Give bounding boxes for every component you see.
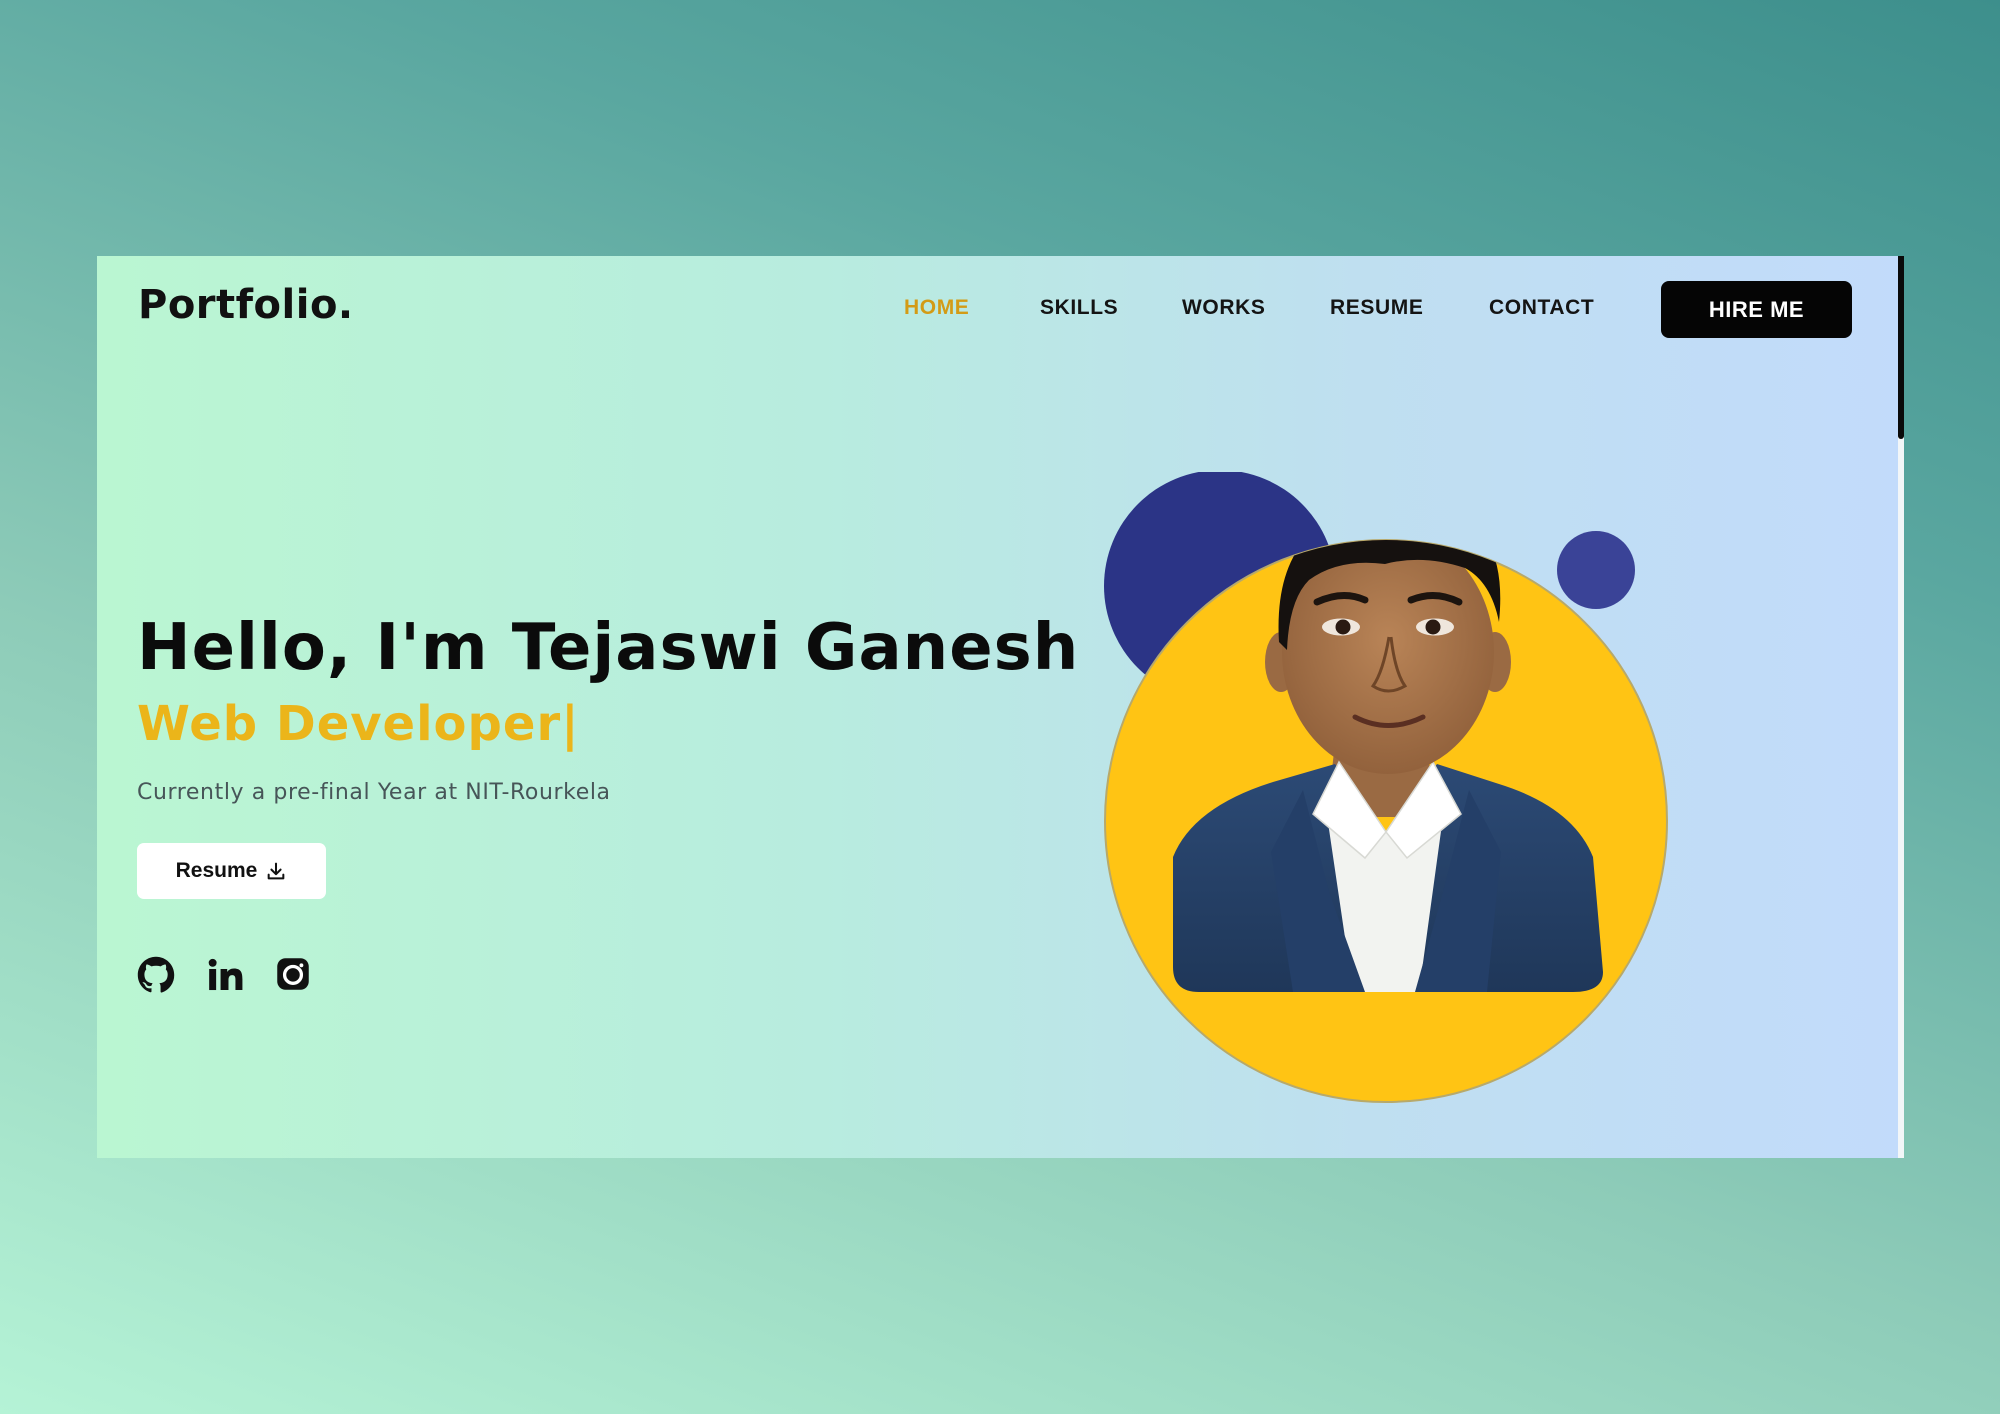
nav-contact[interactable]: CONTACT — [1489, 296, 1594, 320]
hire-me-button[interactable]: HIRE ME — [1661, 281, 1852, 338]
nav-home[interactable]: HOME — [904, 296, 969, 320]
hero-title: Hello, I'm Tejaswi Ganesh — [137, 611, 1080, 685]
instagram-icon[interactable] — [275, 956, 315, 996]
scrollbar-thumb[interactable] — [1898, 256, 1904, 439]
resume-button-label: Resume — [175, 859, 258, 882]
download-icon — [265, 860, 287, 882]
navy-circle-small — [1557, 531, 1635, 609]
resume-download-button[interactable]: Resume — [137, 843, 326, 899]
nav-works[interactable]: WORKS — [1182, 296, 1266, 320]
main-nav: HOME SKILLS WORKS RESUME CONTACT — [97, 296, 1903, 326]
page-scrollbar[interactable] — [1898, 256, 1904, 1158]
nav-resume[interactable]: RESUME — [1330, 296, 1423, 320]
hero-portrait-illustration — [1103, 470, 1703, 1112]
hero-role: Web Developer| — [137, 696, 580, 752]
browser-page: Portfolio. HOME SKILLS WORKS RESUME CONT… — [97, 256, 1903, 1158]
nav-skills[interactable]: SKILLS — [1040, 296, 1118, 320]
hero-subtitle: Currently a pre-final Year at NIT-Rourke… — [137, 780, 611, 805]
linkedin-icon[interactable] — [206, 956, 246, 996]
github-icon[interactable] — [137, 956, 177, 996]
